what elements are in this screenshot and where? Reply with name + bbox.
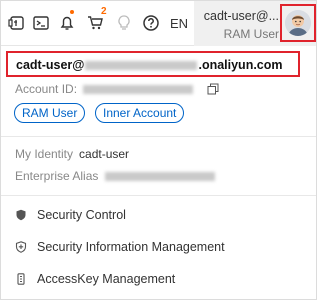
my-identity-row: My Identity cadt-user (15, 147, 129, 161)
enterprise-alias-label: Enterprise Alias (15, 169, 99, 183)
avatar-highlight-box[interactable] (280, 4, 316, 42)
my-identity-value: cadt-user (79, 147, 130, 161)
redacted-text (85, 60, 198, 70)
terminal-icon[interactable] (32, 14, 50, 32)
tag-ram-user: RAM User (14, 103, 86, 123)
enterprise-alias-row: Enterprise Alias (15, 169, 216, 183)
redacted-enterprise-alias (105, 171, 216, 181)
account-email-highlight: cadt-user@ .onaliyun.com (6, 51, 300, 77)
menu-item-label: Security Information Management (37, 240, 225, 254)
notification-dot (70, 10, 74, 14)
menu-item-label: AccessKey Management (37, 272, 176, 286)
menu-item-security-information-management[interactable]: Security Information Management (15, 237, 305, 257)
email-prefix: cadt-user@ (16, 58, 85, 72)
shield-icon (16, 209, 26, 221)
divider (0, 195, 317, 196)
menu-item-accesskey-management[interactable]: AccessKey Management (15, 269, 305, 289)
account-email: cadt-user@ .onaliyun.com (16, 58, 283, 72)
avatar (285, 10, 311, 36)
account-id-label: Account ID: (15, 82, 78, 96)
my-identity-label: My Identity (15, 147, 74, 161)
language-switch[interactable]: EN (170, 16, 188, 31)
shield-plus-icon (15, 241, 27, 253)
user-role-label: RAM User (223, 27, 279, 41)
email-suffix: .onaliyun.com (198, 58, 283, 72)
cart-count-badge: 2 (101, 6, 107, 17)
user-display-name: cadt-user@... (203, 9, 279, 23)
menu-item-label: Security Control (37, 208, 126, 222)
key-icon (17, 273, 25, 285)
bulb-icon[interactable] (115, 14, 133, 32)
tag-inner-account: Inner Account (95, 103, 185, 123)
copy-icon[interactable] (207, 82, 219, 95)
bell-icon[interactable] (58, 14, 76, 32)
menu-item-security-control[interactable]: Security Control (15, 205, 305, 225)
workbench-icon[interactable] (8, 14, 26, 32)
redacted-account-id (83, 84, 194, 94)
account-id-row: Account ID: (15, 82, 194, 96)
help-icon[interactable] (142, 14, 160, 32)
divider (0, 136, 317, 137)
top-navigation-bar: 2 EN cadt-user@... RAM User (0, 0, 317, 46)
